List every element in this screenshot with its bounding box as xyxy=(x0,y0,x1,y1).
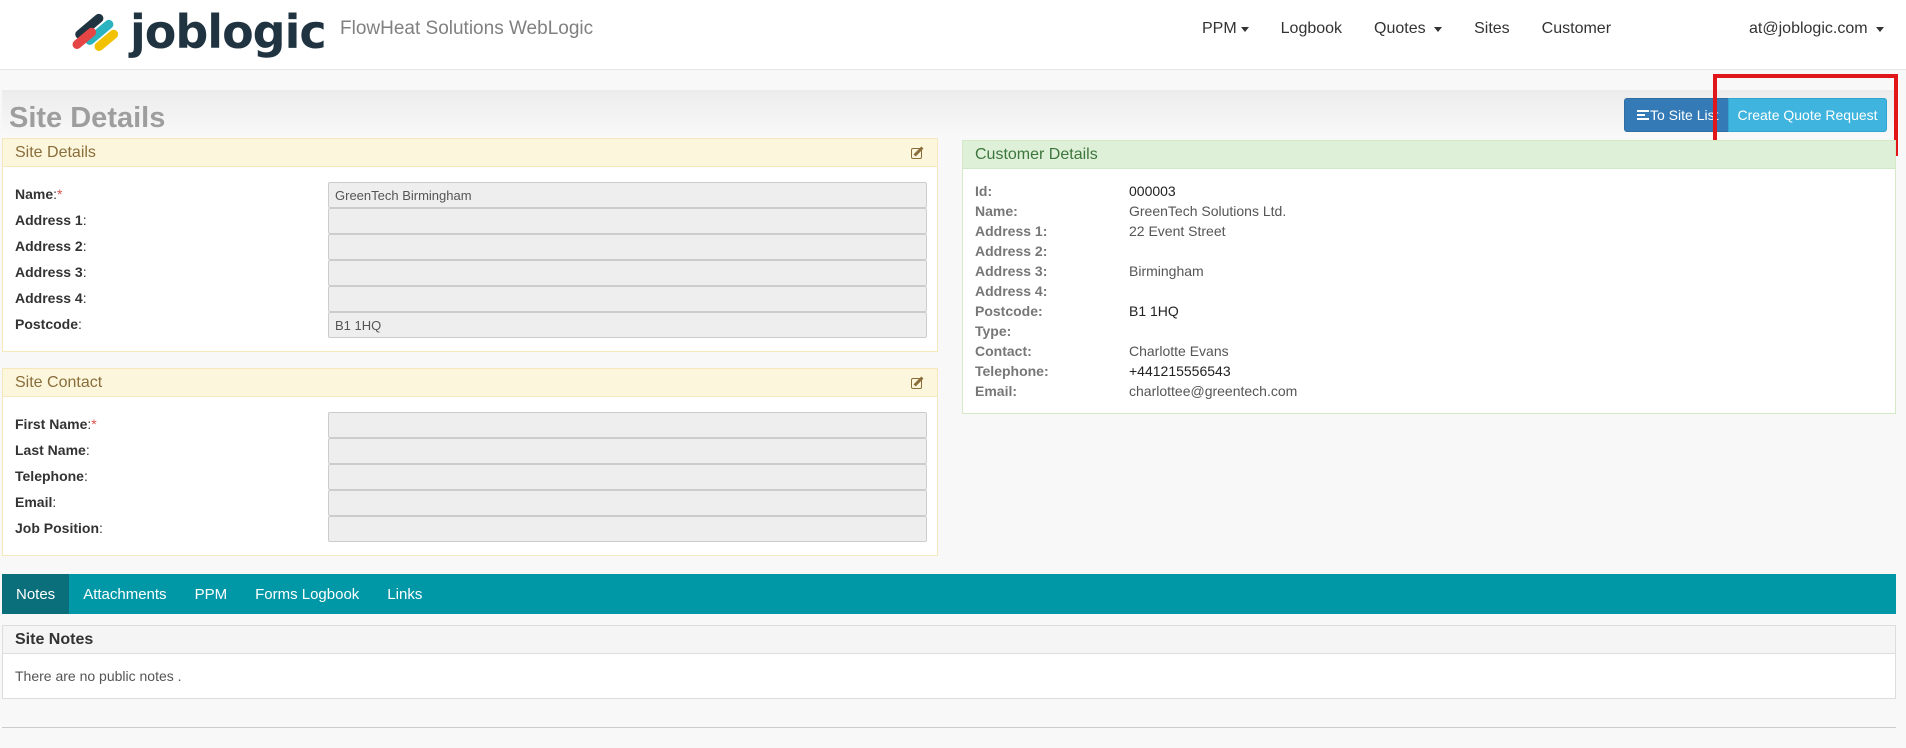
customer-field-value: B1 1HQ xyxy=(1129,303,1179,319)
nav-sites[interactable]: Sites xyxy=(1458,20,1526,38)
customer-field-label: Email: xyxy=(975,383,1018,399)
nav-sites-label: Sites xyxy=(1474,20,1510,37)
logo-mark-icon xyxy=(66,6,128,58)
list-icon xyxy=(1637,109,1649,121)
page-header: Site Details To Site List Create Quote R… xyxy=(2,90,1896,138)
form-row-address-4: Address 4: xyxy=(15,286,927,312)
customer-field-label: Telephone: xyxy=(975,363,1049,379)
tab-forms-logbook[interactable]: Forms Logbook xyxy=(241,574,373,614)
site-details-heading: Site Details xyxy=(3,139,937,167)
site-contact-panel: Site Contact First Name:* Last Name: Tel… xyxy=(2,368,938,556)
customer-field-label: Address 1: xyxy=(975,223,1048,239)
page-title: Site Details xyxy=(9,102,166,134)
joblogic-logo[interactable]: joblogic xyxy=(66,5,327,59)
site-notes-title: Site Notes xyxy=(15,630,94,648)
customer-field-label: Contact: xyxy=(975,343,1032,359)
form-row-job-position: Job Position: xyxy=(15,516,927,542)
site-details-title: Site Details xyxy=(15,143,96,161)
field-label: Address 1: xyxy=(15,212,87,228)
customer-field-label: Address 2: xyxy=(975,243,1048,259)
site-name-input[interactable] xyxy=(328,182,927,208)
field-label: Address 2: xyxy=(15,238,87,254)
nav-ppm-label: PPM xyxy=(1201,20,1237,37)
to-site-list-label: To Site List xyxy=(1650,107,1719,123)
field-label: Address 4: xyxy=(15,290,87,306)
tab-links[interactable]: Links xyxy=(373,574,436,614)
nav-quotes-label: Quotes xyxy=(1374,20,1426,37)
customer-field-value: Birmingham xyxy=(1129,263,1204,279)
address-3-input[interactable] xyxy=(328,260,927,286)
footer-divider xyxy=(2,727,1896,728)
top-navbar: joblogic FlowHeat Solutions WebLogic PPM… xyxy=(0,0,1906,70)
nav-customer[interactable]: Customer xyxy=(1526,20,1627,38)
customer-field-label: Id: xyxy=(975,183,993,199)
field-label: First Name:* xyxy=(15,416,97,432)
notes-empty-message: There are no public notes . xyxy=(15,668,182,684)
email-input[interactable] xyxy=(328,490,927,516)
address-1-input[interactable] xyxy=(328,208,927,234)
form-row-first-name: First Name:* xyxy=(15,412,927,438)
form-row-email: Email: xyxy=(15,490,927,516)
site-tabs: Notes Attachments PPM Forms Logbook Link… xyxy=(2,574,1896,614)
job-position-input[interactable] xyxy=(328,516,927,542)
customer-field-label: Address 4: xyxy=(975,283,1048,299)
first-name-input[interactable] xyxy=(328,412,927,438)
nav-customer-label: Customer xyxy=(1541,20,1612,37)
customer-details-heading: Customer Details xyxy=(963,141,1895,169)
address-2-input[interactable] xyxy=(328,234,927,260)
logo-text: joblogic xyxy=(130,5,327,59)
nav-logbook[interactable]: Logbook xyxy=(1265,20,1358,38)
edit-icon[interactable] xyxy=(911,376,925,390)
customer-details-title: Customer Details xyxy=(975,145,1098,163)
form-row-telephone: Telephone: xyxy=(15,464,927,490)
customer-field-value: 000003 xyxy=(1129,183,1176,199)
form-row-last-name: Last Name: xyxy=(15,438,927,464)
customer-field-value: 22 Event Street xyxy=(1129,223,1226,239)
site-contact-heading: Site Contact xyxy=(3,369,937,397)
form-row-address-1: Address 1: xyxy=(15,208,927,234)
customer-field-value: charlottee@greentech.com xyxy=(1129,383,1298,399)
site-details-panel: Site Details Name:* Address 1: Address 2… xyxy=(2,138,938,352)
field-label: Name:* xyxy=(15,186,63,202)
field-label: Last Name: xyxy=(15,442,90,458)
form-row-name: Name:* xyxy=(15,182,927,208)
company-name: FlowHeat Solutions WebLogic xyxy=(340,18,594,39)
customer-details-panel: Customer Details Id: 000003 Name: GreenTec… xyxy=(962,140,1896,414)
form-row-postcode: Postcode: xyxy=(15,312,927,338)
user-email: at@joblogic.com xyxy=(1749,20,1868,37)
tab-attachments[interactable]: Attachments xyxy=(69,574,180,614)
customer-field-value: +441215556543 xyxy=(1129,363,1231,379)
site-contact-title: Site Contact xyxy=(15,373,103,391)
nav-quotes[interactable]: Quotes xyxy=(1358,20,1458,38)
user-menu[interactable]: at@joblogic.com xyxy=(1651,20,1906,38)
field-label: Address 3: xyxy=(15,264,87,280)
customer-field-value: Charlotte Evans xyxy=(1129,343,1229,359)
customer-field-label: Name: xyxy=(975,203,1018,219)
telephone-input[interactable] xyxy=(328,464,927,490)
tab-notes[interactable]: Notes xyxy=(2,574,70,614)
form-row-address-2: Address 2: xyxy=(15,234,927,260)
customer-field-value: GreenTech Solutions Ltd. xyxy=(1129,203,1287,219)
tab-ppm[interactable]: PPM xyxy=(181,574,242,614)
chevron-down-icon xyxy=(1434,26,1443,32)
last-name-input[interactable] xyxy=(328,438,927,464)
field-label: Telephone: xyxy=(15,468,88,484)
chevron-down-icon xyxy=(1240,26,1249,32)
edit-icon[interactable] xyxy=(911,146,925,160)
postcode-input[interactable] xyxy=(328,312,927,338)
field-label: Job Position: xyxy=(15,520,103,536)
customer-field-label: Postcode: xyxy=(975,303,1043,319)
customer-field-label: Type: xyxy=(975,323,1012,339)
main-nav: PPM Logbook Quotes Sites Customer at@job… xyxy=(1186,0,1906,58)
field-label: Postcode: xyxy=(15,316,82,332)
address-4-input[interactable] xyxy=(328,286,927,312)
form-row-address-3: Address 3: xyxy=(15,260,927,286)
customer-field-label: Address 3: xyxy=(975,263,1048,279)
site-notes-heading: Site Notes xyxy=(3,626,1895,654)
nav-logbook-label: Logbook xyxy=(1280,20,1343,37)
field-label: Email: xyxy=(15,494,57,510)
site-notes-panel: Site Notes There are no public notes . xyxy=(2,625,1896,699)
nav-ppm[interactable]: PPM xyxy=(1186,20,1265,38)
chevron-down-icon xyxy=(1876,26,1884,32)
